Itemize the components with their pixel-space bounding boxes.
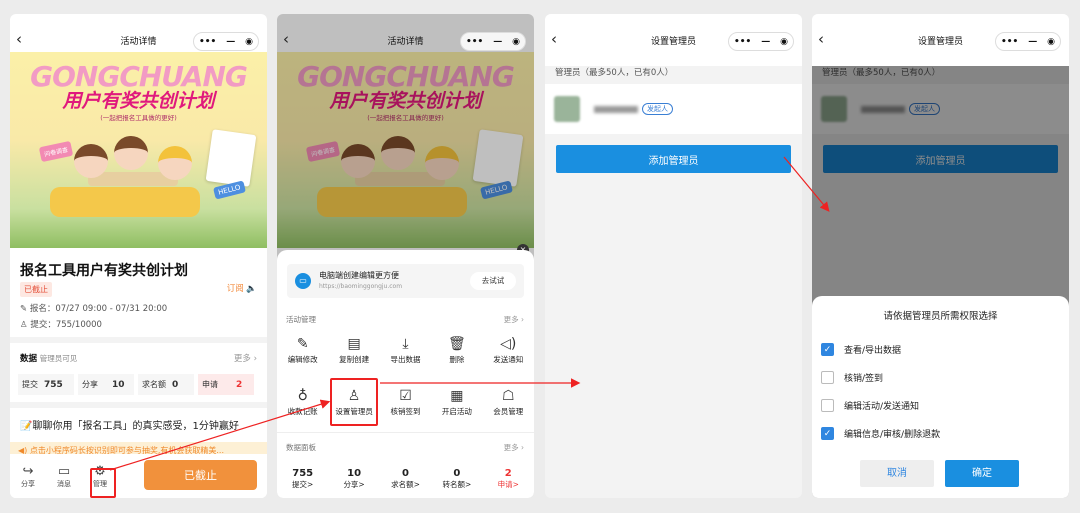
close-circle-icon[interactable]: ◉ (780, 37, 788, 47)
back-icon[interactable]: ‹ (16, 30, 22, 48)
minimize-icon[interactable]: — (761, 37, 770, 47)
back-icon[interactable]: ‹ (818, 30, 824, 48)
back-icon[interactable]: ‹ (551, 30, 557, 48)
nav-bar: ‹ 活动详情 ••• — ◉ (10, 14, 267, 66)
capsule-menu[interactable]: ••• — ◉ (460, 32, 526, 51)
close-circle-icon[interactable]: ◉ (245, 37, 253, 47)
nav-title: 设置管理员 (917, 36, 963, 47)
capsule-menu[interactable]: ••• — ◉ (995, 32, 1061, 51)
nav-title: 活动详情 (387, 36, 424, 47)
nav-title: 设置管理员 (650, 36, 696, 47)
capsule-menu[interactable]: ••• — ◉ (193, 32, 259, 51)
nav-title: 活动详情 (120, 36, 157, 47)
minimize-icon[interactable]: — (493, 37, 502, 47)
close-circle-icon[interactable]: ◉ (1047, 37, 1055, 47)
more-dots-icon[interactable]: ••• (1001, 37, 1018, 47)
minimize-icon[interactable]: — (226, 37, 235, 47)
more-dots-icon[interactable]: ••• (466, 37, 483, 47)
minimize-icon[interactable]: — (1028, 37, 1037, 47)
close-circle-icon[interactable]: ◉ (512, 37, 520, 47)
more-dots-icon[interactable]: ••• (734, 37, 751, 47)
arrow-manage-to-sheet (109, 399, 331, 471)
capsule-menu[interactable]: ••• — ◉ (728, 32, 794, 51)
nav-bar: ‹ 设置管理员 ••• — ◉ (545, 14, 802, 66)
nav-bar: ‹ 设置管理员 ••• — ◉ (812, 14, 1069, 66)
nav-bar: ‹ 活动详情 ••• — ◉ (277, 14, 534, 66)
more-dots-icon[interactable]: ••• (199, 37, 216, 47)
arrow-add-to-permissions (783, 156, 830, 212)
back-icon[interactable]: ‹ (283, 30, 289, 48)
annotation-arrows (109, 156, 830, 471)
